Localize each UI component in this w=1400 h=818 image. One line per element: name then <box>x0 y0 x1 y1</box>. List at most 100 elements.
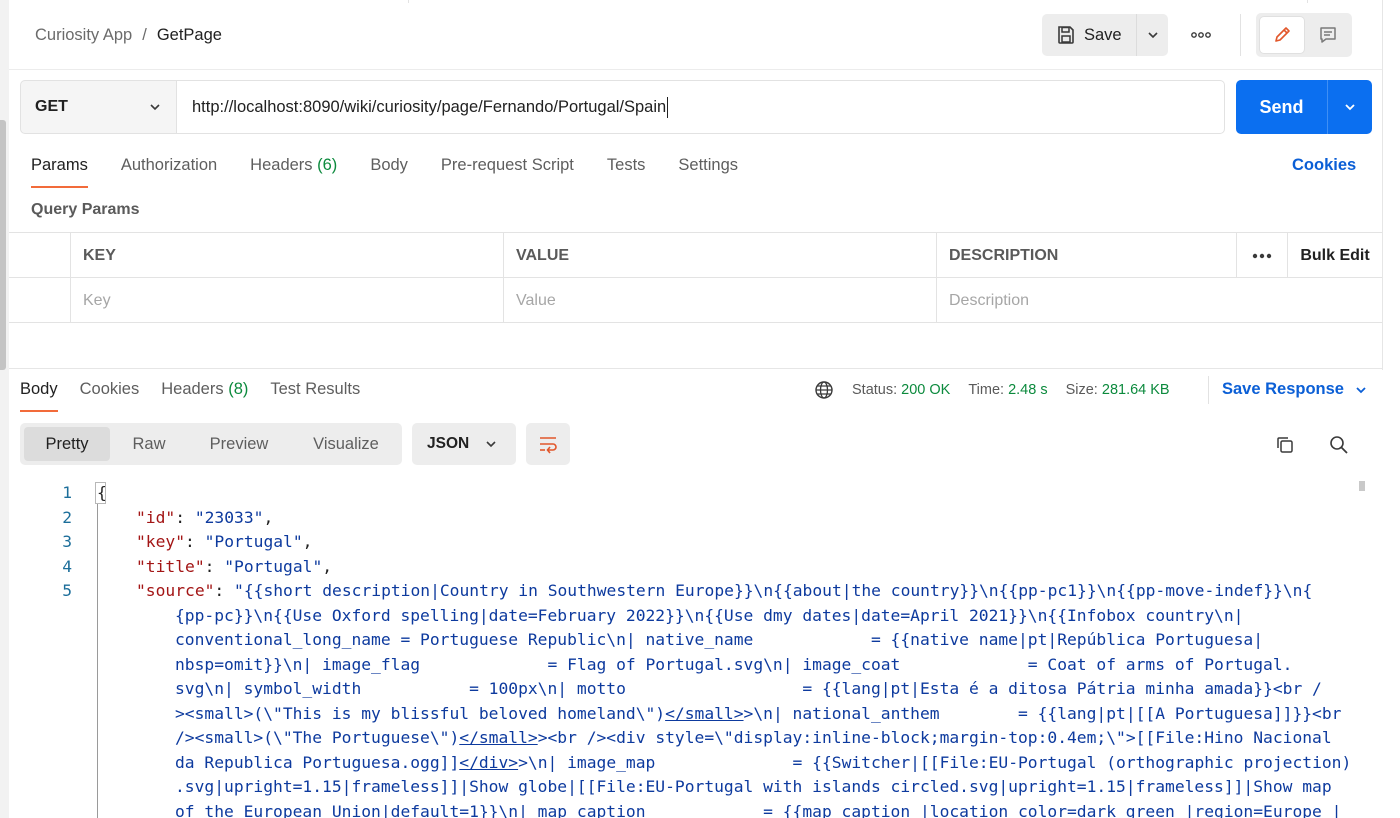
save-options-dropdown[interactable] <box>1136 14 1168 56</box>
json-string: "23033" <box>194 508 264 527</box>
chevron-down-icon <box>1354 383 1368 397</box>
html-tag: </small> <box>459 728 538 747</box>
column-header-description: DESCRIPTION <box>936 233 1236 278</box>
tab-label: Params <box>31 156 88 174</box>
code-scrollbar-thumb[interactable] <box>1359 481 1365 491</box>
save-button[interactable]: Save <box>1042 14 1136 56</box>
chevron-down-icon <box>484 437 498 451</box>
comments-mode-button[interactable] <box>1308 17 1348 53</box>
view-raw-button[interactable]: Raw <box>110 427 188 461</box>
copy-icon <box>1275 435 1295 455</box>
table-header-row: KEY VALUE DESCRIPTION Bulk Edit <box>9 233 1382 278</box>
line-number: 5 <box>62 581 72 600</box>
code-line-wrapped: conventional_long_name = Portuguese Repu… <box>175 630 1264 649</box>
tab-params[interactable]: Params <box>31 156 88 188</box>
json-string: "{{short description|Country in Southwes… <box>234 581 1313 600</box>
save-response-label: Save Response <box>1222 380 1344 398</box>
code-line-wrapped: .svg|upright=1.15|frameless]]|Show globe… <box>175 777 1332 796</box>
save-response-button[interactable]: Save Response <box>1222 380 1368 399</box>
tab-body[interactable]: Body <box>370 156 408 188</box>
code-segment: >\n| national_anthem = {{lang|pt|[[A Por… <box>743 704 1342 723</box>
right-scrollbar[interactable] <box>1382 0 1400 370</box>
column-options-button[interactable] <box>1236 233 1287 278</box>
code-line: { <box>97 483 107 502</box>
view-pretty-button[interactable]: Pretty <box>24 427 110 461</box>
tab-label: Headers <box>250 156 313 174</box>
json-key: "key" <box>136 532 186 551</box>
code-line-wrapped: {pp-pc}}\n{{Use Oxford spelling|date=Feb… <box>175 606 1244 625</box>
left-scrollbar-thumb[interactable] <box>0 120 6 370</box>
json-string: "Portugal" <box>204 532 303 551</box>
code-segment: da Republica Portuguesa.ogg]] <box>175 753 460 772</box>
send-button[interactable]: Send <box>1236 80 1327 134</box>
bulk-edit-button[interactable]: Bulk Edit <box>1287 233 1382 278</box>
line-number: 1 <box>62 483 72 502</box>
status-value: 200 OK <box>901 382 951 398</box>
time-info[interactable]: Time: 2.48 s <box>968 382 1047 398</box>
tab-test-results[interactable]: Test Results <box>270 380 360 412</box>
cookies-link[interactable]: Cookies <box>1292 156 1356 175</box>
request-header: Curiosity App / GetPage <box>9 0 1382 70</box>
search-button[interactable] <box>1326 432 1352 458</box>
request-tabs: Params Authorization Headers (6) Body Pr… <box>31 156 771 188</box>
checkbox-column-header <box>9 233 70 278</box>
view-preview-button[interactable]: Preview <box>188 427 290 461</box>
breadcrumb-request-name[interactable]: GetPage <box>157 26 222 44</box>
edit-mode-button[interactable] <box>1260 17 1304 53</box>
param-value-input[interactable]: Value <box>503 278 936 323</box>
param-key-input[interactable]: Key <box>70 278 503 323</box>
url-input[interactable]: http://localhost:8090/wiki/curiosity/pag… <box>177 80 1225 134</box>
wrap-lines-button[interactable] <box>526 423 570 465</box>
pencil-icon <box>1272 25 1292 45</box>
save-label: Save <box>1084 25 1122 44</box>
status-label: Status: <box>852 382 898 398</box>
code-segment: ><small>(\"This is my blissful beloved h… <box>175 704 666 723</box>
format-select[interactable]: JSON <box>412 423 516 465</box>
line-number: 3 <box>62 532 72 551</box>
code-line-wrapped: svg\n| symbol_width = 100px\n| motto = {… <box>175 679 1322 698</box>
tab-response-cookies[interactable]: Cookies <box>80 380 140 412</box>
json-key: "id" <box>136 508 176 527</box>
json-key: "source" <box>136 581 215 600</box>
http-method-select[interactable]: GET <box>20 80 177 134</box>
tab-response-headers[interactable]: Headers (8) <box>161 380 248 412</box>
line-number: 2 <box>62 508 72 527</box>
send-button-group: Send <box>1236 80 1372 134</box>
copy-button[interactable] <box>1272 432 1298 458</box>
comment-icon <box>1318 25 1338 45</box>
tab-response-body[interactable]: Body <box>20 380 58 412</box>
query-params-title: Query Params <box>31 201 140 218</box>
format-value: JSON <box>427 435 470 452</box>
more-actions-button[interactable] <box>1190 24 1212 46</box>
table-row: Key Value Description <box>9 278 1382 323</box>
tab-label: Authorization <box>120 156 218 174</box>
breadcrumb-separator: / <box>142 26 147 44</box>
wrap-lines-icon <box>537 434 559 454</box>
ellipsis-icon <box>1190 31 1212 39</box>
tab-settings[interactable]: Settings <box>678 156 738 188</box>
code-line: "source": "{{short description|Country i… <box>136 581 1313 600</box>
html-tag: </div> <box>459 753 519 772</box>
breadcrumb-collection[interactable]: Curiosity App <box>35 26 132 44</box>
http-method-value: GET <box>35 98 68 115</box>
response-pane-divider[interactable] <box>9 368 1382 369</box>
size-info[interactable]: Size: 281.64 KB <box>1066 382 1170 398</box>
tab-headers[interactable]: Headers (6) <box>250 156 337 188</box>
size-label: Size: <box>1065 382 1098 398</box>
chevron-down-icon <box>1146 28 1160 42</box>
code-line-wrapped: da Republica Portuguesa.ogg]]</div>>\n| … <box>175 753 1351 772</box>
tab-authorization[interactable]: Authorization <box>121 156 217 188</box>
editor-mode-toggle <box>1256 13 1352 57</box>
view-visualize-button[interactable]: Visualize <box>290 427 402 461</box>
code-line-wrapped: /><small>(\"The Portuguese\")</small>><b… <box>175 728 1332 747</box>
send-options-dropdown[interactable] <box>1327 80 1372 134</box>
response-body-editor[interactable]: 1 2 3 4 5 { "id": "23033", "key": "Portu… <box>0 479 1382 818</box>
globe-icon[interactable] <box>814 380 834 400</box>
param-description-input[interactable]: Description <box>936 278 1236 323</box>
response-headers-count-badge: (8) <box>228 380 249 398</box>
tab-tests[interactable]: Tests <box>607 156 646 188</box>
code-line-wrapped: of the European Union|default=1}}\n| map… <box>175 802 1342 818</box>
meta-divider <box>1208 376 1209 404</box>
status-info[interactable]: Status: 200 OK <box>852 382 950 398</box>
tab-pre-request-script[interactable]: Pre-request Script <box>441 156 574 188</box>
